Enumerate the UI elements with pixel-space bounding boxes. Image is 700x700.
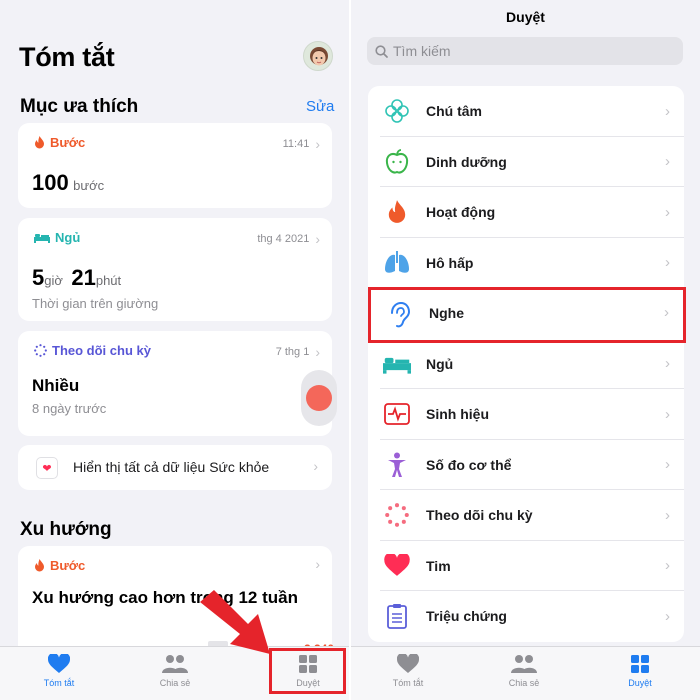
- steps-category: Bước: [34, 135, 85, 150]
- tab-bar: Tóm tắt Chia sẻ Duyệt: [351, 646, 700, 700]
- category-sleep[interactable]: Ngủ ›: [368, 339, 684, 389]
- chevron-right-icon: ›: [665, 355, 670, 373]
- trend-text: Xu hướng cao hơn trong 12 tuần: [32, 588, 298, 607]
- chevron-right-icon: ›: [665, 607, 670, 625]
- people-icon: [511, 655, 537, 673]
- show-all-label: Hiển thị tất cả dữ liệu Sức khỏe: [73, 459, 270, 475]
- sleep-time: thg 4 2021 ›: [257, 231, 320, 247]
- category-body-measurements[interactable]: Số đo cơ thể ›: [368, 440, 684, 490]
- category-mindfulness[interactable]: Chú tâm ›: [368, 86, 684, 137]
- red-arrow-icon: [200, 590, 270, 654]
- category-hearing-label: Nghe: [429, 305, 464, 321]
- category-list: Chú tâm › Dinh dưỡng › Hoạt động › Hô hấ…: [368, 86, 684, 642]
- avatar[interactable]: [303, 41, 333, 71]
- category-hearing-highlight[interactable]: Nghe ›: [368, 287, 686, 343]
- chevron-right-icon: ›: [315, 556, 320, 572]
- search-icon: [375, 44, 388, 58]
- chevron-right-icon: ›: [313, 458, 318, 474]
- cycle-category: Theo dõi chu kỳ: [34, 343, 151, 358]
- chevron-right-icon: ›: [665, 203, 670, 221]
- ear-icon: [387, 301, 411, 334]
- lungs-icon: [385, 250, 409, 273]
- summary-screen: Tóm tắt Mục ưa thích Sửa Bước 11:41 › 100…: [0, 0, 349, 700]
- steps-card[interactable]: Bước 11:41 › 100 bước: [18, 123, 332, 208]
- heart-icon: ❤: [36, 457, 58, 479]
- figure-icon: [388, 452, 406, 477]
- vitals-icon: [384, 403, 410, 426]
- chevron-right-icon: ›: [665, 405, 670, 423]
- trends-title: Xu hướng: [20, 519, 112, 540]
- search-input[interactable]: Tìm kiếm: [367, 37, 683, 65]
- tab-browse[interactable]: Duyệt: [600, 653, 680, 688]
- bed-icon: [383, 357, 411, 374]
- apple-icon: [385, 148, 409, 174]
- chevron-right-icon: ›: [315, 231, 320, 247]
- steps-value: 100 bước: [32, 170, 105, 195]
- chevron-right-icon: ›: [665, 557, 670, 575]
- browse-screen: Duyệt Tìm kiếm Chú tâm › Dinh dưỡng › Ho…: [351, 0, 700, 700]
- category-respiratory[interactable]: Hô hấp ›: [368, 238, 684, 288]
- sleep-category: Ngủ: [34, 230, 80, 245]
- category-cycle-tracking[interactable]: Theo dõi chu kỳ ›: [368, 490, 684, 541]
- chevron-right-icon: ›: [665, 506, 670, 524]
- cycle-indicator-dot: [306, 385, 332, 411]
- show-all-health-data-row[interactable]: ❤ Hiển thị tất cả dữ liệu Sức khỏe ›: [18, 445, 332, 490]
- trend-category: Bước: [34, 558, 85, 573]
- chevron-right-icon: ›: [665, 153, 670, 171]
- cycle-time: 7 thg 1 ›: [275, 344, 320, 360]
- cycle-card[interactable]: Theo dõi chu kỳ 7 thg 1 › Nhiều 8 ngày tr…: [18, 331, 337, 436]
- tab-summary[interactable]: Tóm tắt: [368, 653, 448, 688]
- people-icon: [162, 655, 188, 673]
- sleep-value: 5giờ 21phút: [32, 265, 122, 290]
- memoji-icon: [310, 47, 328, 66]
- chevron-right-icon: ›: [315, 136, 320, 152]
- mindfulness-icon: [385, 99, 409, 124]
- tab-sharing[interactable]: Chia sẻ: [135, 653, 215, 688]
- category-nutrition[interactable]: Dinh dưỡng ›: [368, 137, 684, 187]
- tab-sharing[interactable]: Chia sẻ: [484, 653, 564, 688]
- chevron-right-icon: ›: [665, 456, 670, 474]
- chevron-right-icon: ›: [315, 344, 320, 360]
- cycle-value: Nhiều: [32, 376, 80, 395]
- cycle-caption: 8 ngày trước: [32, 401, 107, 416]
- flame-icon: [35, 136, 44, 149]
- clipboard-icon: [387, 604, 407, 630]
- flame-icon: [35, 559, 44, 572]
- edit-button[interactable]: Sửa: [306, 98, 334, 115]
- cycle-tracking-icon: [385, 503, 409, 528]
- heart-icon: [384, 554, 410, 577]
- grid-icon: [631, 655, 649, 673]
- category-heart[interactable]: Tim ›: [368, 541, 684, 591]
- steps-time: 11:41 ›: [282, 136, 320, 152]
- sleep-caption: Thời gian trên giường: [32, 296, 159, 311]
- cycle-indicator: [301, 370, 337, 426]
- tab-summary[interactable]: Tóm tắt: [19, 653, 99, 688]
- heart-icon: [48, 654, 70, 673]
- chevron-right-icon: ›: [664, 304, 669, 321]
- category-symptoms[interactable]: Triệu chứng ›: [368, 591, 684, 642]
- chevron-right-icon: ›: [665, 102, 670, 120]
- cycle-tracking-icon: [34, 344, 47, 357]
- category-activity[interactable]: Hoạt động ›: [368, 187, 684, 238]
- sleep-card[interactable]: Ngủ thg 4 2021 › 5giờ 21phút Thời gian tr…: [18, 218, 332, 321]
- browse-tab-highlight: [269, 648, 346, 694]
- heart-icon: [397, 654, 419, 673]
- favorites-title: Mục ưa thích: [20, 96, 139, 117]
- flame-icon: [388, 200, 406, 224]
- chevron-right-icon: ›: [665, 254, 670, 272]
- bed-icon: [34, 234, 50, 243]
- category-vitals[interactable]: Sinh hiệu ›: [368, 389, 684, 440]
- nav-title: Duyệt: [506, 9, 545, 25]
- page-title: Tóm tắt: [19, 42, 115, 72]
